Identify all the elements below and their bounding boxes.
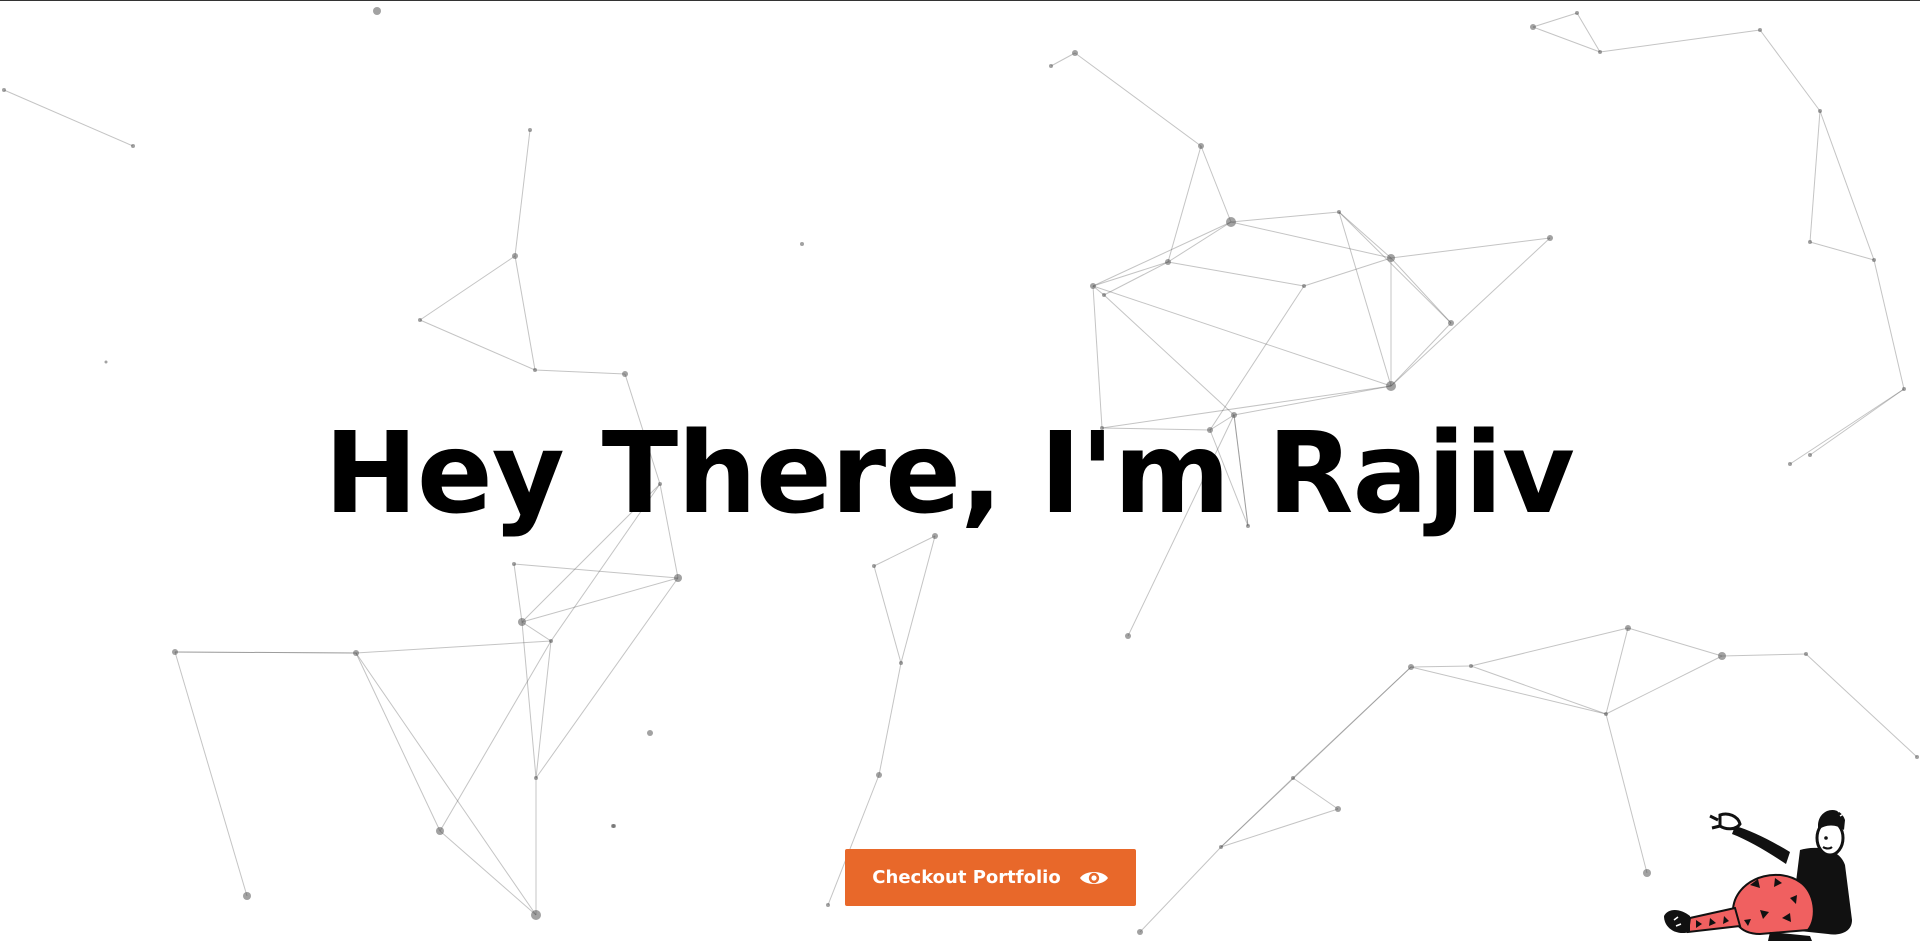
checkout-portfolio-label: Checkout Portfolio bbox=[872, 867, 1061, 888]
eye-icon bbox=[1079, 868, 1109, 888]
reclining-person-illustration bbox=[1664, 807, 1852, 941]
hero-page: Hey There, I'm Rajiv Checkout Portfolio bbox=[0, 0, 1920, 941]
checkout-portfolio-button[interactable]: Checkout Portfolio bbox=[845, 849, 1136, 906]
hero-title: Hey There, I'm Rajiv bbox=[324, 409, 1575, 539]
